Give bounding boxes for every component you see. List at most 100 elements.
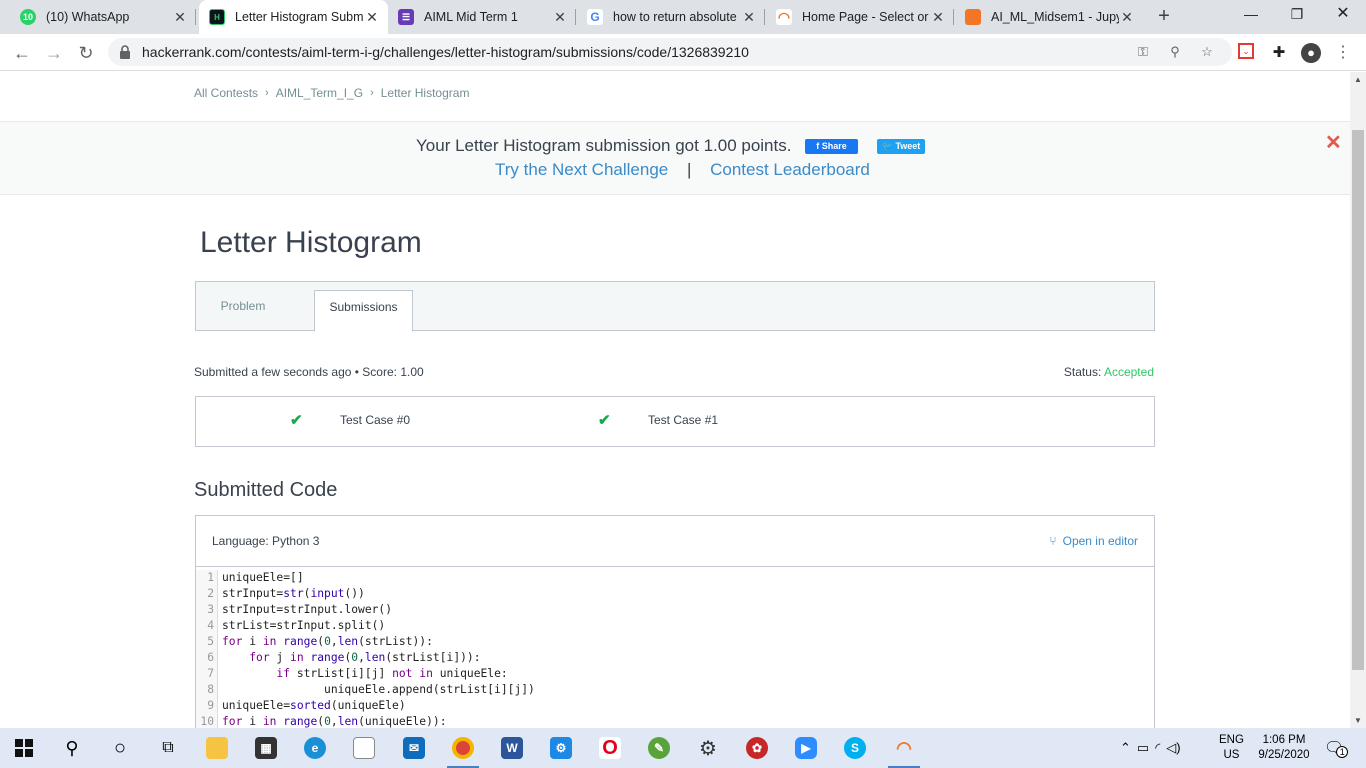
key-icon[interactable]: ⚿ bbox=[1134, 43, 1152, 61]
back-button[interactable]: ← bbox=[8, 39, 36, 67]
zoom-app-icon[interactable]: ▶ bbox=[782, 728, 830, 768]
link-separator: | bbox=[686, 160, 692, 179]
next-challenge-link[interactable]: Try the Next Challenge bbox=[495, 160, 668, 179]
battery-icon[interactable]: ▭ bbox=[1137, 740, 1149, 756]
test-case-item[interactable]: ✔ Test Case #1 bbox=[598, 411, 718, 429]
close-icon[interactable]: ✕ bbox=[364, 9, 380, 26]
mail-icon[interactable]: ✉ bbox=[390, 728, 438, 768]
tweet-button[interactable]: 🐦 Tweet bbox=[877, 139, 925, 154]
windows-taskbar: ⚲ ○ ⧉ ▦ e ✉ W ⚙ O ✎ ⚙ ✿ ▶ S ◠ ⌃ ▭ ◜ ◁) E… bbox=[0, 728, 1366, 768]
zoom-icon[interactable]: ⚲ bbox=[1166, 43, 1184, 61]
more-menu-icon[interactable]: ⋮ bbox=[1333, 43, 1353, 63]
code-text: if strList[i][j] not in uniqueEle: bbox=[276, 667, 508, 680]
code-text: uniqueEle=sorted(uniqueEle) bbox=[222, 699, 406, 712]
page-scrollbar[interactable]: ▲ ▼ bbox=[1350, 72, 1366, 728]
tab-problem[interactable]: Problem bbox=[196, 290, 290, 331]
file-explorer-icon[interactable] bbox=[193, 728, 241, 768]
code-line: 9 uniqueEle=sorted(uniqueEle) bbox=[196, 698, 1154, 714]
open-in-editor-link[interactable]: ⑂ Open in editor bbox=[1049, 534, 1138, 548]
new-tab-button[interactable]: + bbox=[1152, 5, 1176, 29]
forward-button[interactable]: → bbox=[40, 39, 68, 67]
task-view-icon[interactable]: ⧉ bbox=[144, 728, 192, 768]
close-icon[interactable]: ✕ bbox=[741, 9, 757, 26]
notepad-icon[interactable] bbox=[340, 728, 388, 768]
chevron-right-icon: › bbox=[265, 87, 269, 99]
browser-tab-jupyter-home[interactable]: ◠ Home Page - Select or ✕ bbox=[766, 0, 954, 34]
scrollbar-thumb[interactable] bbox=[1352, 130, 1364, 670]
code-text: strInput=str(input()) bbox=[222, 587, 365, 600]
browser-tab-aiml-mid-term[interactable]: ☰ AIML Mid Term 1 ✕ bbox=[388, 0, 576, 34]
language-label: ENG bbox=[1219, 734, 1244, 746]
test-case-item[interactable]: ✔ Test Case #0 bbox=[290, 411, 410, 429]
contest-leaderboard-link[interactable]: Contest Leaderboard bbox=[710, 160, 870, 179]
tab-title: AI_ML_Midsem1 - Jupyter bbox=[991, 10, 1119, 24]
line-number: 10 bbox=[196, 714, 218, 728]
close-banner-icon[interactable]: ✕ bbox=[1325, 130, 1342, 155]
tweet-label: Tweet bbox=[895, 141, 921, 151]
status-badge: Accepted bbox=[1103, 365, 1154, 379]
check-icon: ✔ bbox=[598, 412, 611, 429]
reload-button[interactable]: ↻ bbox=[72, 39, 100, 67]
address-bar[interactable]: hackerrank.com/contests/aiml-term-i-g/ch… bbox=[108, 38, 1232, 66]
restore-button[interactable]: ❐ bbox=[1274, 0, 1320, 30]
notification-center-icon[interactable]: 🗨 1 bbox=[1324, 728, 1349, 768]
close-icon[interactable]: ✕ bbox=[1119, 9, 1135, 26]
app-icon[interactable]: ✿ bbox=[733, 728, 781, 768]
skype-icon[interactable]: S bbox=[831, 728, 879, 768]
code-line: 7 if strList[i][j] not in uniqueEle: bbox=[196, 666, 1154, 682]
breadcrumb-all-contests[interactable]: All Contests bbox=[194, 86, 258, 100]
word-icon[interactable]: W bbox=[488, 728, 536, 768]
close-icon[interactable]: ✕ bbox=[552, 9, 568, 26]
edge-icon[interactable]: e bbox=[291, 728, 339, 768]
submitted-code-heading: Submitted Code bbox=[194, 479, 338, 501]
open-in-editor-label: Open in editor bbox=[1062, 534, 1138, 548]
code-viewer: Language: Python 3 ⑂ Open in editor 1 uniq… bbox=[195, 515, 1155, 728]
control-panel-icon[interactable]: ⚙ bbox=[537, 728, 585, 768]
test-case-label: Test Case #0 bbox=[340, 413, 411, 427]
close-icon[interactable]: ✕ bbox=[930, 9, 946, 26]
bookmark-star-icon[interactable]: ☆ bbox=[1198, 43, 1216, 61]
chrome-icon[interactable] bbox=[439, 728, 487, 768]
close-icon[interactable]: ✕ bbox=[172, 9, 188, 26]
jupyter-app-icon[interactable]: ◠ bbox=[880, 728, 928, 768]
browser-tab-whatsapp[interactable]: 10 (10) WhatsApp ✕ bbox=[10, 0, 196, 34]
code-line: 5 for i in range(0,len(strList)): bbox=[196, 634, 1154, 650]
code-line: 3 strInput=strInput.lower() bbox=[196, 602, 1154, 618]
scroll-up-arrow-icon[interactable]: ▲ bbox=[1350, 75, 1366, 84]
breadcrumb-challenge[interactable]: Letter Histogram bbox=[381, 86, 470, 100]
wifi-icon[interactable]: ◜ bbox=[1155, 740, 1160, 756]
opera-icon[interactable]: O bbox=[586, 728, 634, 768]
url-text[interactable]: hackerrank.com/contests/aiml-term-i-g/ch… bbox=[142, 44, 749, 60]
volume-icon[interactable]: ◁) bbox=[1166, 740, 1180, 756]
search-icon[interactable]: ⚲ bbox=[48, 728, 96, 768]
jupyter-icon: ◠ bbox=[776, 8, 792, 25]
profile-avatar[interactable]: ● bbox=[1301, 43, 1321, 63]
start-button[interactable] bbox=[0, 728, 48, 768]
browser-tab-jupyter-notebook[interactable]: AI_ML_Midsem1 - Jupyter ✕ bbox=[955, 0, 1143, 34]
page-content: All Contests › AIML_Term_I_G › Letter Hi… bbox=[0, 72, 1350, 728]
cortana-icon[interactable]: ○ bbox=[96, 728, 144, 768]
settings-gear-icon[interactable]: ⚙ bbox=[684, 728, 732, 768]
code-lines[interactable]: 1 uniqueEle=[] 2 strInput=str(input()) 3 strI… bbox=[196, 570, 1154, 728]
extensions-puzzle-icon[interactable]: ✚ bbox=[1269, 43, 1289, 63]
close-window-button[interactable]: ✕ bbox=[1320, 0, 1366, 30]
clock-date: 9/25/2020 bbox=[1258, 749, 1310, 761]
clock[interactable]: 1:06 PM 9/25/2020 bbox=[1254, 728, 1314, 768]
pocket-extension-icon[interactable]: ⌄ bbox=[1238, 43, 1254, 59]
facebook-share-button[interactable]: f Share bbox=[805, 139, 858, 154]
language-indicator[interactable]: ENG US bbox=[1219, 728, 1244, 768]
divider bbox=[196, 566, 1154, 567]
code-text: for i in range(0,len(strList)): bbox=[222, 635, 433, 648]
clock-time: 1:06 PM bbox=[1262, 734, 1306, 746]
scroll-down-arrow-icon[interactable]: ▼ bbox=[1350, 716, 1366, 725]
chevron-up-icon[interactable]: ⌃ bbox=[1120, 740, 1131, 756]
notification-count: 1 bbox=[1336, 746, 1349, 758]
breadcrumb-contest[interactable]: AIML_Term_I_G bbox=[276, 86, 363, 100]
browser-tab-google-search[interactable]: G how to return absolute ✕ bbox=[577, 0, 765, 34]
tab-submissions[interactable]: Submissions bbox=[314, 290, 413, 332]
chevron-right-icon: › bbox=[370, 87, 374, 99]
browser-tab-letter-histogram[interactable]: H Letter Histogram Submissions ✕ bbox=[199, 0, 388, 34]
store-icon[interactable]: ▦ bbox=[242, 728, 290, 768]
minimize-button[interactable]: — bbox=[1228, 0, 1274, 30]
android-studio-icon[interactable]: ✎ bbox=[635, 728, 683, 768]
